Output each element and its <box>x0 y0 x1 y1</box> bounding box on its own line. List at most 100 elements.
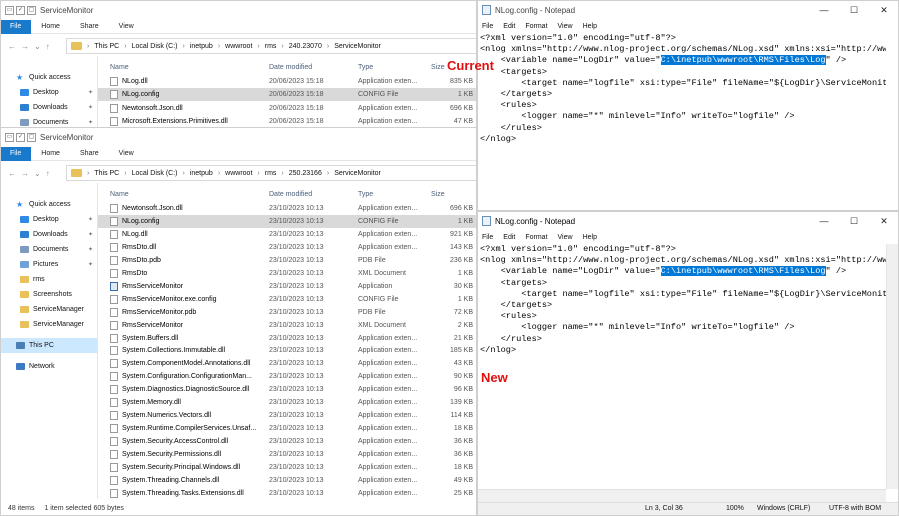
vertical-scrollbar[interactable] <box>886 244 899 489</box>
breadcrumb-local-disk[interactable]: Local Disk (C:) <box>132 170 178 177</box>
column-type[interactable]: Type <box>358 64 373 71</box>
forward-icon[interactable]: → <box>21 169 29 178</box>
explorer-titlebar[interactable]: ▭ ✓ ▢ ServiceMonitor <box>0 127 477 147</box>
nav-item-servicemanager[interactable]: ServiceManager <box>0 302 97 317</box>
tab-home[interactable]: Home <box>31 23 70 30</box>
menu-help[interactable]: Help <box>583 234 597 241</box>
table-row[interactable]: RmsServiceMonitor.exe.config 23/10/2023 1… <box>98 293 477 306</box>
table-row[interactable]: RmsDto 23/10/2023 10:13 XML Document 1 KB <box>98 267 477 280</box>
table-row[interactable]: System.Runtime.CompilerServices.Unsaf...… <box>98 422 477 435</box>
table-row[interactable]: NLog.dll 23/10/2023 10:13 Application exte… <box>98 228 477 241</box>
forward-icon[interactable]: → <box>21 42 29 51</box>
table-row[interactable]: System.ComponentModel.Annotations.dll 23/… <box>98 357 477 370</box>
back-icon[interactable]: ← <box>8 169 16 178</box>
column-size[interactable]: Size <box>431 191 445 198</box>
nav-item-quick-access[interactable]: ★ Quick access <box>0 70 97 85</box>
table-row[interactable]: NLog.config 20/06/2023 15:18 CONFIG File 1 … <box>98 88 477 102</box>
up-icon[interactable]: ↑ <box>46 169 50 178</box>
nav-item-screenshots[interactable]: Screenshots <box>0 287 97 302</box>
new-folder-icon[interactable]: ▢ <box>27 132 36 142</box>
nav-item-downloads[interactable]: Downloads ✦ <box>0 100 97 115</box>
table-row[interactable]: RmsServiceMonitor 23/10/2023 10:13 XML Doc… <box>98 319 477 332</box>
breadcrumb-version[interactable]: 250.23166 <box>289 170 322 177</box>
horizontal-scrollbar[interactable] <box>477 489 886 502</box>
table-row[interactable]: System.Security.Permissions.dll 23/10/202… <box>98 448 477 461</box>
table-row[interactable]: Microsoft.Extensions.Primitives.dll 20/06… <box>98 115 477 128</box>
menu-edit[interactable]: Edit <box>503 23 515 30</box>
breadcrumb-wwwroot[interactable]: wwwroot <box>225 43 252 50</box>
close-icon[interactable]: ✕ <box>869 0 899 20</box>
tab-view[interactable]: View <box>109 23 144 30</box>
menu-file[interactable]: File <box>482 234 493 241</box>
table-row[interactable]: Newtonsoft.Json.dll 20/06/2023 15:18 Appli… <box>98 102 477 115</box>
minimize-icon[interactable]: — <box>809 211 839 231</box>
column-name[interactable]: Name <box>110 191 129 198</box>
address-bar[interactable]: › This PC › Local Disk (C:) › inetpub › www… <box>66 165 477 181</box>
column-size[interactable]: Size <box>431 64 445 71</box>
table-row[interactable]: System.Threading.Channels.dll 23/10/2023 … <box>98 474 477 487</box>
table-row[interactable]: System.Configuration.ConfigurationMan...… <box>98 370 477 383</box>
table-row[interactable]: NLog.dll 20/06/2023 15:18 Application exte… <box>98 75 477 88</box>
breadcrumb-local-disk[interactable]: Local Disk (C:) <box>132 43 178 50</box>
table-row[interactable]: System.Memory.dll 23/10/2023 10:13 Applica… <box>98 396 477 409</box>
table-row[interactable]: System.Security.Principal.Windows.dll 23/… <box>98 461 477 474</box>
tab-home[interactable]: Home <box>31 150 70 157</box>
nav-item-desktop[interactable]: Desktop ✦ <box>0 212 97 227</box>
column-date[interactable]: Date modified <box>269 191 312 198</box>
properties-icon[interactable]: ✓ <box>16 132 25 142</box>
maximize-icon[interactable]: ☐ <box>839 0 869 20</box>
breadcrumb-servicemonitor[interactable]: ServiceMonitor <box>334 43 381 50</box>
chevron-down-icon[interactable]: ⌄ <box>34 42 41 51</box>
close-icon[interactable]: ✕ <box>869 211 899 231</box>
column-name[interactable]: Name <box>110 64 129 71</box>
table-row[interactable]: NLog.config 23/10/2023 10:13 CONFIG File 1 … <box>98 214 477 228</box>
text-editor[interactable]: <?xml version="1.0" encoding="utf-8"?> <n… <box>477 244 886 488</box>
menu-help[interactable]: Help <box>583 23 597 30</box>
table-row[interactable]: RmsServiceMonitor.pdb 23/10/2023 10:13 PDB… <box>98 306 477 319</box>
nav-item-servicemanager-2[interactable]: ServiceManager <box>0 317 97 332</box>
breadcrumb-rms[interactable]: rms <box>265 43 277 50</box>
column-date[interactable]: Date modified <box>269 64 312 71</box>
nav-item-documents[interactable]: Documents ✦ <box>0 242 97 257</box>
notepad-titlebar[interactable]: NLog.config - Notepad — ☐ ✕ <box>477 211 899 231</box>
nav-item-this-pc[interactable]: This PC <box>0 338 97 353</box>
tab-file[interactable]: File <box>0 146 32 161</box>
nav-item-downloads[interactable]: Downloads ✦ <box>0 227 97 242</box>
menu-view[interactable]: View <box>558 23 573 30</box>
menu-edit[interactable]: Edit <box>503 234 515 241</box>
table-row[interactable]: System.Threading.Tasks.Extensions.dll 23/… <box>98 487 477 500</box>
breadcrumb-inetpub[interactable]: inetpub <box>190 170 213 177</box>
text-editor[interactable]: <?xml version="1.0" encoding="utf-8"?> <n… <box>477 33 886 211</box>
breadcrumb-version[interactable]: 240.23070 <box>289 43 322 50</box>
menu-file[interactable]: File <box>482 23 493 30</box>
table-row[interactable]: System.Diagnostics.DiagnosticSource.dll 2… <box>98 383 477 396</box>
breadcrumb-rms[interactable]: rms <box>265 170 277 177</box>
menu-format[interactable]: Format <box>525 23 547 30</box>
table-row[interactable]: System.Security.AccessControl.dll 23/10/2… <box>98 435 477 448</box>
properties-icon[interactable]: ✓ <box>16 5 25 15</box>
table-row[interactable]: RmsServiceMonitor 23/10/2023 10:13 Applica… <box>98 280 477 293</box>
explorer-titlebar[interactable]: ▭ ✓ ▢ ServiceMonitor <box>0 0 477 20</box>
minimize-icon[interactable]: — <box>809 0 839 20</box>
tab-share[interactable]: Share <box>70 23 109 30</box>
menu-view[interactable]: View <box>558 234 573 241</box>
up-icon[interactable]: ↑ <box>46 42 50 51</box>
table-row[interactable]: Newtonsoft.Json.dll 23/10/2023 10:13 Appli… <box>98 202 477 215</box>
table-row[interactable]: System.Collections.Immutable.dll 23/10/20… <box>98 344 477 357</box>
new-folder-icon[interactable]: ▢ <box>27 5 36 15</box>
breadcrumb-inetpub[interactable]: inetpub <box>190 43 213 50</box>
tab-view[interactable]: View <box>109 150 144 157</box>
back-icon[interactable]: ← <box>8 42 16 51</box>
table-row[interactable]: RmsDto.dll 23/10/2023 10:13 Application ex… <box>98 241 477 254</box>
nav-item-quick-access[interactable]: ★ Quick access <box>0 197 97 212</box>
breadcrumb-wwwroot[interactable]: wwwroot <box>225 170 252 177</box>
address-bar[interactable]: › This PC › Local Disk (C:) › inetpub › www… <box>66 38 477 54</box>
maximize-icon[interactable]: ☐ <box>839 211 869 231</box>
nav-item-rms[interactable]: rms <box>0 272 97 287</box>
nav-item-pictures[interactable]: Pictures ✦ <box>0 257 97 272</box>
table-row[interactable]: System.Buffers.dll 23/10/2023 10:13 Applic… <box>98 332 477 345</box>
menu-format[interactable]: Format <box>525 234 547 241</box>
tab-file[interactable]: File <box>0 19 32 34</box>
breadcrumb-this-pc[interactable]: This PC <box>94 170 119 177</box>
nav-item-network[interactable]: Network <box>0 359 97 374</box>
